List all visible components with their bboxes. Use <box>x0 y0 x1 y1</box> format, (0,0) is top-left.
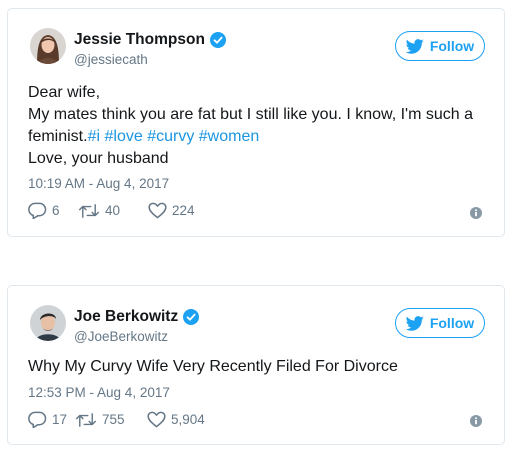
retweet-button[interactable]: 40 <box>78 203 148 219</box>
reply-button[interactable]: 17 <box>28 411 75 428</box>
reply-button[interactable]: 6 <box>28 202 78 219</box>
reply-count: 6 <box>52 203 60 218</box>
tweet-card: Jessie Thompson @jessiecath Follow Dear … <box>7 8 505 237</box>
display-name[interactable]: Jessie Thompson <box>74 31 205 49</box>
info-icon[interactable] <box>470 415 482 427</box>
hashtag-link[interactable]: #women <box>199 128 259 145</box>
male-profile-photo-icon <box>30 305 66 341</box>
user-handle[interactable]: @jessiecath <box>74 52 148 67</box>
info-icon[interactable] <box>470 207 482 219</box>
tweet-text-line: feminist.#i #love #curvy #women <box>28 126 490 148</box>
tweet-actions: 17 755 5,904 <box>28 411 205 428</box>
tweet-text-line: Love, your husband <box>28 150 169 167</box>
like-button[interactable]: 5,904 <box>147 411 205 428</box>
tweet-text-line: Why My Curvy Wife Very Recently Filed Fo… <box>28 358 398 375</box>
tweet-text-line: Dear wife, <box>28 84 101 101</box>
tweet-text: Why My Curvy Wife Very Recently Filed Fo… <box>28 356 490 378</box>
retweet-count: 755 <box>102 412 125 427</box>
retweet-icon <box>75 412 97 427</box>
follow-label: Follow <box>429 315 475 331</box>
tweet-timestamp[interactable]: 12:53 PM - Aug 4, 2017 <box>28 385 170 400</box>
retweet-button[interactable]: 755 <box>75 412 147 428</box>
tweet-card: Joe Berkowitz @JoeBerkowitz Follow Why M… <box>7 285 505 445</box>
like-count: 5,904 <box>171 412 205 427</box>
heart-icon <box>147 411 166 428</box>
tweet-text: Dear wife, My mates think you are fat bu… <box>28 82 490 170</box>
tweet-timestamp[interactable]: 10:19 AM - Aug 4, 2017 <box>28 176 169 191</box>
info-circle-icon <box>470 415 482 427</box>
hashtag-link[interactable]: #love <box>104 128 142 145</box>
twitter-bird-icon <box>405 315 424 331</box>
hashtag-link[interactable]: #i <box>88 128 100 145</box>
like-count: 224 <box>172 203 195 218</box>
twitter-bird-icon <box>405 38 424 54</box>
user-handle[interactable]: @JoeBerkowitz <box>74 329 168 344</box>
avatar[interactable] <box>30 28 66 64</box>
reply-count: 17 <box>52 412 68 427</box>
female-profile-photo-icon <box>30 28 66 64</box>
verified-badge-icon <box>183 309 200 325</box>
like-button[interactable]: 224 <box>148 202 195 219</box>
display-name[interactable]: Joe Berkowitz <box>74 308 178 326</box>
verified-badge-icon <box>209 32 226 48</box>
tweet-text-segment: feminist. <box>28 128 88 145</box>
hashtag-link[interactable]: #curvy <box>147 128 194 145</box>
tweet-actions: 6 40 224 <box>28 202 195 219</box>
retweet-icon <box>78 203 100 218</box>
heart-icon <box>148 202 167 219</box>
follow-label: Follow <box>429 38 475 54</box>
retweet-count: 40 <box>105 203 121 218</box>
follow-button[interactable]: Follow <box>395 31 485 61</box>
follow-button[interactable]: Follow <box>395 308 485 338</box>
reply-icon <box>28 202 47 219</box>
tweet-text-line: My mates think you are fat but I still l… <box>28 106 474 123</box>
info-circle-icon <box>470 207 482 219</box>
reply-icon <box>28 411 47 428</box>
avatar[interactable] <box>30 305 66 341</box>
